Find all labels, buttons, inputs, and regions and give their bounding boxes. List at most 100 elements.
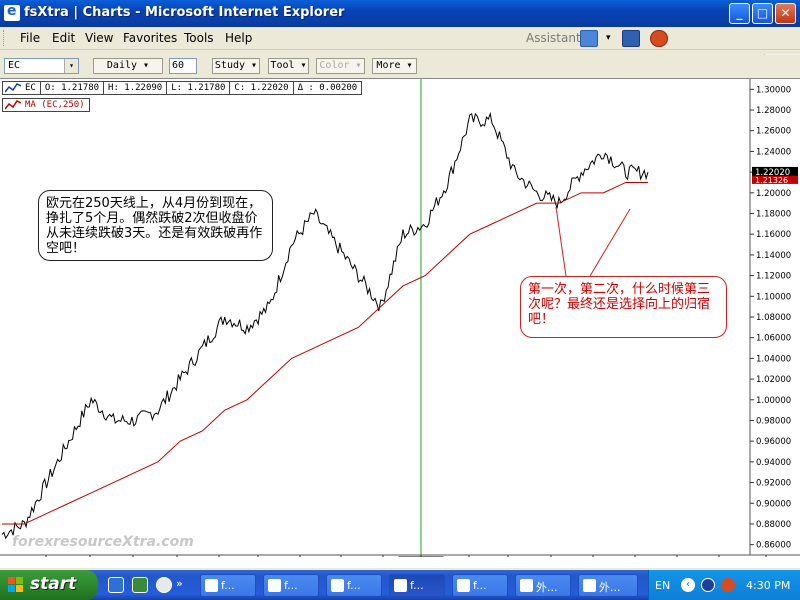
quicklaunch-expand-icon[interactable]: » (176, 577, 192, 593)
research-icon[interactable] (650, 30, 668, 47)
taskbar-item[interactable]: f... (452, 574, 508, 597)
annotation-note-2[interactable]: 第一次，第二次，什么时候第三次呢？最终还是选择向上的归宿吧！ (520, 276, 727, 338)
info-open: O: 1.21780 (39, 81, 105, 95)
annotation-pointer-2 (589, 208, 631, 277)
symbol-dropdown-icon[interactable]: ▾ (64, 59, 78, 73)
close-button[interactable]: ✕ (775, 3, 796, 24)
info-symbol: EC (25, 83, 36, 93)
y-tick-label: 1.06000 (756, 334, 791, 344)
y-tick-label: 1.16000 (756, 230, 791, 240)
more-button[interactable]: More ▾ (372, 58, 417, 74)
y-tick-label: 0.86000 (756, 541, 791, 551)
ie-quicklaunch-icon[interactable] (108, 577, 124, 593)
annotation-note-1[interactable]: 欧元在250天线上，从4月份到现在，挣扎了5个月。偶然跌破2次但收盘价从未连续跌… (38, 190, 273, 261)
chart-area[interactable]: 1.300001.280001.260001.240001.220001.200… (0, 78, 800, 568)
browser-window: fsXtra | Charts - Microsoft Internet Exp… (0, 0, 800, 600)
ohlc-infobar: EC O: 1.21780 H: 1.22090 L: 1.21780 C: 1… (2, 81, 363, 95)
y-tick-label: 1.02000 (756, 375, 791, 385)
more-label: More (376, 60, 401, 71)
info-delta: Δ : 0.00200 (292, 81, 363, 95)
minimize-button[interactable]: _ (729, 3, 750, 24)
y-tick-label: 1.00000 (756, 396, 791, 406)
window-icon (520, 579, 533, 592)
taskbar-item[interactable]: f... (326, 574, 382, 597)
color-button: Color ▾ (316, 58, 365, 74)
start-label: start (30, 574, 77, 594)
tray-app-icon[interactable] (721, 578, 735, 592)
symbol-input[interactable]: EC ▾ (4, 58, 79, 74)
menu-bar: File Edit View Favorites Tools Help Assi… (0, 27, 800, 77)
start-button[interactable]: start (0, 570, 98, 600)
assistant-label[interactable]: Assistant (526, 31, 581, 45)
y-tick-label: 1.20000 (756, 189, 791, 199)
title-bar: fsXtra | Charts - Microsoft Internet Exp… (0, 0, 800, 27)
window-icon (268, 579, 281, 592)
network-icon[interactable] (701, 578, 715, 592)
menu-file[interactable]: File (20, 31, 40, 45)
tray-expand-icon[interactable]: ‹ (681, 578, 695, 592)
ma-label: MA (EC,250) (25, 100, 85, 110)
ma-legend[interactable]: MA (EC,250) (2, 98, 90, 112)
y-tick-label: 0.90000 (756, 499, 791, 509)
y-tick-label: 1.28000 (756, 106, 791, 116)
color-label: Color (319, 60, 350, 71)
mail-dropdown-icon[interactable]: ▾ (606, 33, 611, 43)
taskbar-item[interactable]: f... (263, 574, 319, 597)
language-indicator[interactable]: EN (655, 579, 670, 592)
windows-flag-icon (8, 577, 24, 593)
y-tick-label: 1.26000 (756, 127, 791, 137)
taskbar: start » f... f... f... f... f... 外... 外.… (0, 570, 800, 600)
chart-toolbar: EC ▾ Daily ▾ 60 Study ▾ Tool ▾ Color ▾ M… (0, 55, 800, 77)
watermark: forexresourceXtra.com (12, 534, 194, 550)
y-tick-label: 1.30000 (756, 85, 791, 95)
tool-button[interactable]: Tool ▾ (268, 58, 309, 74)
toolbar-grip[interactable] (3, 30, 6, 46)
symbol-box: EC (2, 81, 41, 95)
window-icon (583, 579, 596, 592)
tool-label: Tool (270, 60, 295, 71)
interval-label: Daily (106, 60, 138, 71)
chevron-down-icon: ▾ (355, 60, 362, 71)
menu-help[interactable]: Help (225, 31, 252, 45)
chevron-down-icon: ▾ (251, 60, 258, 71)
y-tick-label: 0.88000 (756, 520, 791, 530)
y-tick-label: 1.24000 (756, 147, 791, 157)
window-icon (331, 579, 344, 592)
chevron-down-icon: ▾ (143, 60, 150, 71)
y-tick-label: 1.14000 (756, 251, 791, 261)
clock: 4:30 PM (746, 579, 791, 592)
window-icon (205, 579, 218, 592)
y-tick-label: 1.10000 (756, 292, 791, 302)
window-icon (394, 579, 407, 592)
taskbar-item[interactable]: 外... (578, 574, 638, 597)
period-input[interactable]: 60 (169, 58, 197, 74)
taskbar-item-active[interactable]: f... (389, 574, 445, 597)
y-tick-label: 0.96000 (756, 437, 791, 447)
info-low: L: 1.21780 (166, 81, 231, 95)
y-tick-label: 1.18000 (756, 210, 791, 220)
taskbar-item[interactable]: f... (200, 574, 256, 597)
y-tick-label: 1.12000 (756, 272, 791, 282)
ma-price-label: 1.21326 (755, 176, 788, 185)
ma-line-icon (5, 100, 21, 110)
info-close: C: 1.22020 (229, 81, 294, 95)
interval-dropdown[interactable]: Daily ▾ (93, 58, 163, 74)
media-quicklaunch-icon[interactable] (156, 577, 172, 593)
menu-tools[interactable]: Tools (184, 31, 214, 45)
line-chart-icon (5, 83, 21, 93)
menu-edit[interactable]: Edit (52, 31, 75, 45)
menu-view[interactable]: View (85, 31, 113, 45)
desktop-quicklaunch-icon[interactable] (132, 577, 148, 593)
window-icon (457, 579, 470, 592)
symbol-value: EC (8, 60, 21, 71)
study-button[interactable]: Study ▾ (212, 58, 260, 74)
window-title: fsXtra | Charts - Microsoft Internet Exp… (24, 5, 345, 20)
ie-app-icon (4, 3, 20, 21)
messenger-icon[interactable] (622, 30, 640, 47)
system-tray: EN ‹ 4:30 PM (648, 570, 800, 600)
annotation-pointer-1 (555, 206, 567, 277)
maximize-button[interactable]: □ (752, 3, 773, 24)
mail-icon[interactable] (580, 30, 598, 47)
taskbar-item[interactable]: 外... (515, 574, 571, 597)
menu-favorites[interactable]: Favorites (123, 31, 177, 45)
